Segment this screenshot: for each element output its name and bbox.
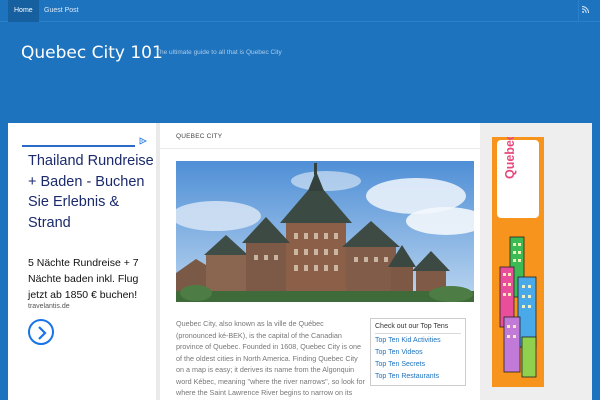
ad-top-bar (22, 145, 135, 147)
category-label[interactable]: QUEBEC CITY (176, 133, 222, 140)
article-text: Quebec City, also known as la ville de Q… (176, 319, 365, 400)
condo-ad-graphic: QuebecCity Condo.com (492, 137, 544, 387)
top-ten-link-restaurants[interactable]: Top Ten Restaurants (375, 371, 461, 383)
top-ten-divider (375, 333, 461, 334)
top-ten-link-kid-activities[interactable]: Top Ten Kid Activities (375, 335, 461, 347)
nav-item-guest-post[interactable]: Guest Post (38, 0, 85, 22)
ad-choices-icon[interactable] (139, 137, 148, 146)
chevron-right-icon[interactable] (28, 319, 54, 345)
chevron-right-icon-svg (38, 326, 47, 340)
top-navigation: Home Guest Post (0, 0, 600, 22)
chateau-illustration (176, 161, 474, 302)
ad-site-name[interactable]: travelantis.de (28, 303, 70, 310)
top-ten-link-secrets[interactable]: Top Ten Secrets (375, 359, 461, 371)
quebec-city-condo-ad[interactable]: QuebecCity Condo.com (492, 137, 544, 387)
chateau-frontenac-image (176, 161, 474, 302)
site-description: The ultimate guide to all that is Quebec… (156, 49, 282, 56)
main-content: QUEBEC CITY Quebec City, also known as l… (160, 123, 480, 400)
category-divider (160, 148, 480, 149)
right-sidebar: QuebecCity Condo.com (480, 123, 592, 400)
nav-item-home[interactable]: Home (8, 0, 39, 22)
top-ten-link-videos[interactable]: Top Ten Videos (375, 347, 461, 359)
top-ten-box: Check out our Top Tens Top Ten Kid Activ… (370, 318, 466, 386)
site-title[interactable]: Quebec City 101 (21, 43, 163, 63)
top-ten-heading: Check out our Top Tens (375, 323, 449, 330)
rss-icon[interactable] (578, 0, 592, 22)
ad-body-text[interactable]: 5 Nächte Rundreise + 7 Nächte baden inkl… (28, 255, 154, 303)
site-header: Quebec City 101 The ultimate guide to al… (0, 23, 600, 120)
ad-headline[interactable]: Thailand Rundreise + Baden - Buchen Sie … (28, 151, 154, 233)
ad-choices-icon-svg (139, 137, 147, 145)
page-content: Thailand Rundreise + Baden - Buchen Sie … (8, 123, 592, 400)
left-sidebar-ad[interactable]: Thailand Rundreise + Baden - Buchen Sie … (8, 123, 156, 400)
rss-icon-svg (581, 5, 590, 14)
condo-logo-text: QuebecCity Condo.com (503, 137, 517, 179)
